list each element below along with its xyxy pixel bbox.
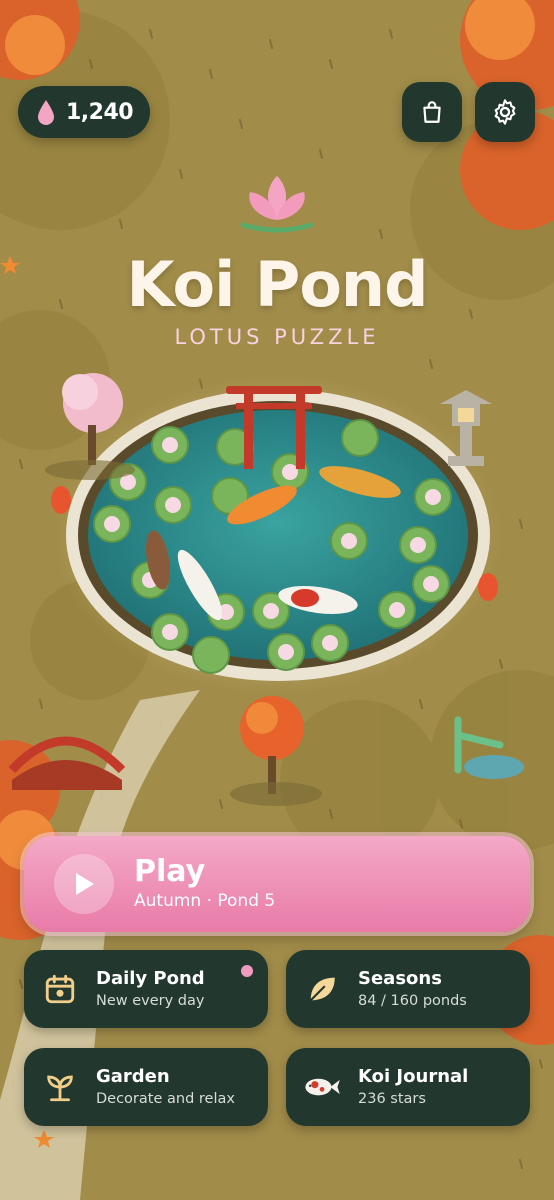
game-screen: 1,240 Koi Pond LOTUS PUZZLE Play Autumn … [0,0,554,1200]
koi-journal-subtitle: 236 stars [358,1091,426,1107]
play-subtitle: Autumn · Pond 5 [134,891,276,911]
settings-button[interactable] [475,82,535,142]
play-icon [76,873,94,895]
leaf-icon [309,977,335,1002]
koi-journal-title: Koi Journal [358,1066,469,1087]
notification-badge [241,965,253,977]
daily-pond-button[interactable]: Daily Pond New every day [24,950,268,1028]
calendar-icon [45,974,75,1004]
shopping-bag-icon [423,101,441,123]
currency-counter: 1,240 [18,86,150,138]
gear-icon [494,99,516,125]
play-icon-circle [54,854,114,914]
koi-journal-button[interactable]: Koi Journal 236 stars [286,1048,530,1126]
seasons-title: Seasons [358,968,442,989]
currency-value: 1,240 [66,99,134,125]
garden-button[interactable]: Garden Decorate and relax [24,1048,268,1126]
daily-pond-title: Daily Pond [96,968,205,989]
seasons-button[interactable]: Seasons 84 / 160 ponds [286,950,530,1028]
play-button[interactable]: Play Autumn · Pond 5 [24,836,530,932]
seasons-subtitle: 84 / 160 ponds [358,993,467,1009]
koi-icon [305,1078,340,1096]
daily-pond-subtitle: New every day [96,993,205,1009]
sprout-icon [47,1075,73,1102]
play-label: Play [134,854,206,889]
shop-button[interactable] [402,82,462,142]
game-title: Koi Pond [126,248,429,321]
lotus-petal-icon [38,100,54,125]
game-subtitle: LOTUS PUZZLE [174,325,380,349]
garden-title: Garden [96,1066,170,1087]
garden-subtitle: Decorate and relax [96,1091,235,1107]
